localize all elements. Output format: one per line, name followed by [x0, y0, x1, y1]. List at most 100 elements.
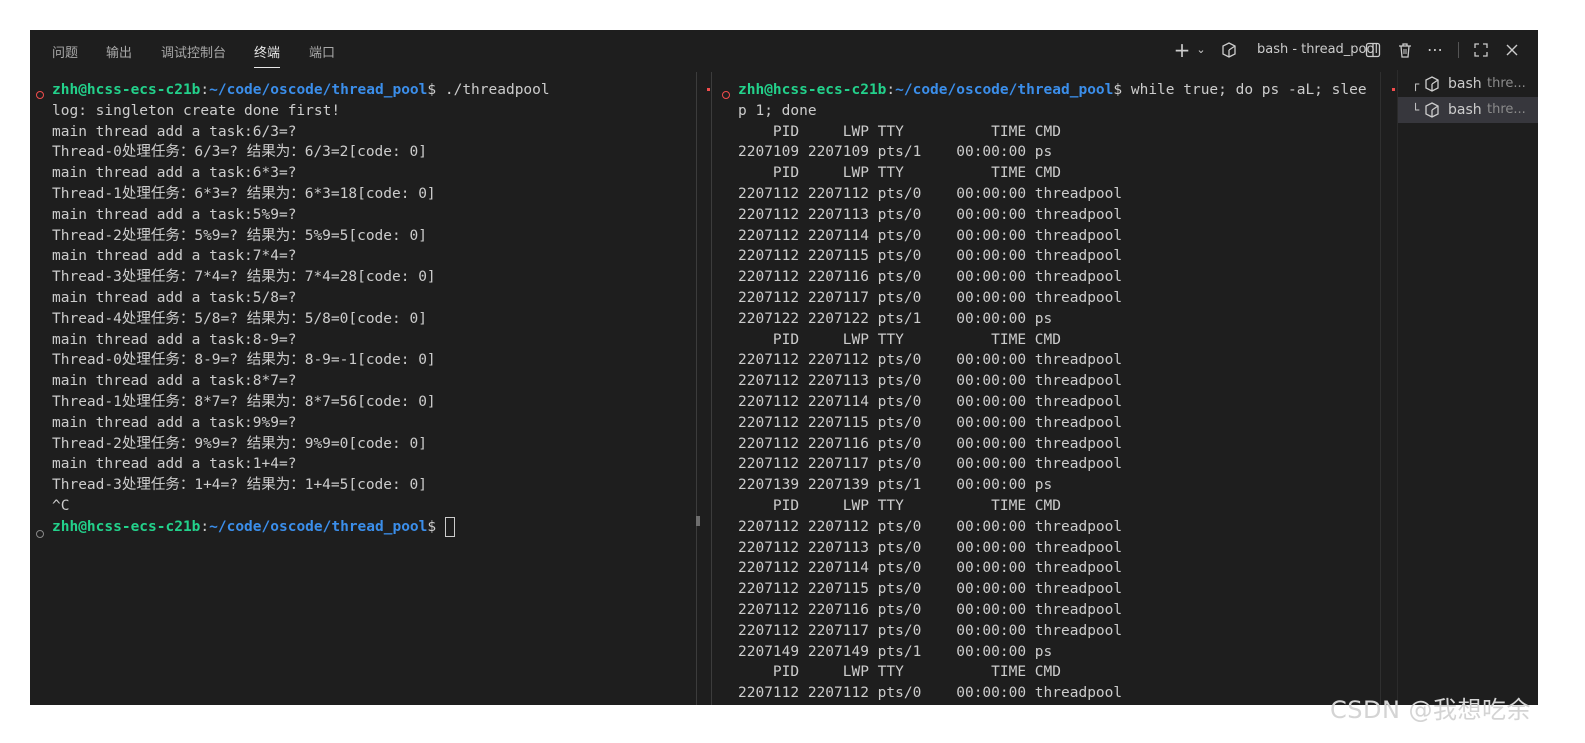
output-line: PID LWP TTY TIME CMD: [738, 331, 1062, 348]
terminal-list-detail: thre...: [1487, 76, 1526, 91]
prompt-line: zhh@hcss-ecs-c21b:~/code/oscode/thread_p…: [738, 82, 1367, 98]
tab-debug-console[interactable]: 调试控制台: [161, 42, 226, 61]
default-decoration-icon[interactable]: [36, 530, 44, 538]
output-line: main thread add a task:6/3=?: [52, 123, 297, 140]
prompt-suffix: $: [1113, 82, 1123, 98]
output-line: main thread add a task:5/8=?: [52, 289, 297, 306]
output-line: 2207112 2207114 pts/0 00:00:00 threadpoo…: [738, 560, 1123, 577]
pane-divider: [711, 72, 712, 705]
output-line: 2207109 2207109 pts/1 00:00:00 ps: [738, 144, 1053, 161]
scrollbar[interactable]: [1380, 72, 1381, 705]
more-icon[interactable]: ⋯: [1424, 39, 1446, 61]
output-line: 2207112 2207113 pts/0 00:00:00 threadpoo…: [738, 206, 1123, 223]
command-wrap-text: p 1; done: [738, 102, 817, 119]
split-icon[interactable]: [1362, 39, 1384, 61]
error-decoration-icon[interactable]: [722, 91, 730, 99]
output-line: 2207149 2207149 pts/1 00:00:00 ps: [738, 643, 1053, 660]
pane-divider[interactable]: [696, 72, 697, 705]
trash-icon[interactable]: [1394, 39, 1416, 61]
terminal-output: log: singleton create done first! main th…: [52, 101, 692, 517]
prompt-suffix: $: [427, 518, 437, 535]
output-line: 2207122 2207122 pts/1 00:00:00 ps: [738, 310, 1053, 327]
output-line: 2207112 2207113 pts/0 00:00:00 threadpoo…: [738, 539, 1123, 556]
panel-tab-bar: 问题 输出 调试控制台 终端 端口 + ⌄ bash - thread_pool…: [30, 30, 1538, 70]
terminal-list-item[interactable]: └ bash thre...: [1398, 97, 1538, 123]
output-line: 2207112 2207112 pts/0 00:00:00 threadpoo…: [738, 352, 1123, 369]
output-line: main thread add a task:5%9=?: [52, 206, 297, 223]
output-line: 2207139 2207139 pts/1 00:00:00 ps: [738, 477, 1053, 494]
output-line: PID LWP TTY TIME CMD: [738, 123, 1062, 140]
prompt-user: zhh@hcss-ecs-c21b: [52, 518, 201, 535]
prompt-user: zhh@hcss-ecs-c21b: [52, 82, 201, 98]
output-line: Thread-2处理任务：5%9=? 结果为：5%9=5[code: 0]: [52, 227, 427, 244]
output-line: main thread add a task:9%9=?: [52, 414, 297, 431]
output-line: 2207112 2207116 pts/0 00:00:00 threadpoo…: [738, 601, 1123, 618]
cursor: [444, 516, 455, 537]
output-line: main thread add a task:1+4=?: [52, 456, 297, 473]
watermark: CSDN @我想吃余: [1330, 696, 1532, 724]
chevron-down-icon[interactable]: ⌄: [1190, 39, 1212, 61]
output-line: 2207112 2207112 pts/0 00:00:00 threadpoo…: [738, 185, 1123, 202]
output-line: 2207112 2207117 pts/0 00:00:00 threadpoo…: [738, 289, 1123, 306]
tree-prefix: └: [1412, 103, 1420, 117]
output-line: Thread-3处理任务：1+4=? 结果为：1+4=5[code: 0]: [52, 477, 427, 494]
tree-prefix: ┌: [1412, 77, 1420, 91]
prompt-path: ~/code/oscode/thread_pool: [895, 82, 1114, 98]
error-decoration-icon[interactable]: [36, 91, 44, 99]
tab-output[interactable]: 输出: [106, 42, 132, 61]
output-line: 2207112 2207112 pts/0 00:00:00 threadpoo…: [738, 685, 1123, 702]
terminal-list-name: bash: [1448, 76, 1482, 92]
maximize-icon[interactable]: [1470, 39, 1492, 61]
prompt-path: ~/code/oscode/thread_pool: [209, 82, 428, 98]
prompt-user: zhh@hcss-ecs-c21b: [738, 82, 887, 98]
terminal-list-name: bash: [1448, 102, 1482, 118]
tab-ports[interactable]: 端口: [309, 42, 335, 61]
output-line: 2207112 2207116 pts/0 00:00:00 threadpoo…: [738, 269, 1123, 286]
output-line: main thread add a task:7*4=?: [52, 248, 297, 265]
terminal-list-item[interactable]: ┌ bash thre...: [1398, 71, 1538, 97]
output-line: 2207112 2207114 pts/0 00:00:00 threadpoo…: [738, 393, 1123, 410]
tab-problems[interactable]: 问题: [52, 42, 78, 61]
output-line: main thread add a task:8*7=?: [52, 373, 297, 390]
output-line: 2207112 2207117 pts/0 00:00:00 threadpoo…: [738, 622, 1123, 639]
terminal-icon: [1218, 39, 1240, 61]
output-line: Thread-1处理任务：8*7=? 结果为：8*7=56[code: 0]: [52, 393, 436, 410]
terminal-tabs-list: ┌ bash thre... └ bash thre...: [1397, 70, 1538, 705]
output-line: 2207112 2207114 pts/0 00:00:00 threadpoo…: [738, 227, 1123, 244]
overview-marker: [1392, 88, 1395, 91]
command-text: while true; do ps -aL; slee: [1122, 82, 1367, 98]
output-line: Thread-4处理任务：5/8=? 结果为：5/8=0[code: 0]: [52, 310, 427, 327]
output-line: main thread add a task:8-9=?: [52, 331, 297, 348]
output-line: log: singleton create done first!: [52, 102, 341, 119]
output-line: 2207112 2207112 pts/0 00:00:00 threadpoo…: [738, 518, 1123, 535]
output-line: main thread add a task:6*3=?: [52, 165, 297, 182]
output-line: Thread-3处理任务：7*4=? 结果为：7*4=28[code: 0]: [52, 269, 436, 286]
terminal-left[interactable]: zhh@hcss-ecs-c21b:~/code/oscode/thread_p…: [52, 80, 692, 538]
terminal-icon: [1425, 102, 1439, 118]
terminal-list-detail: thre...: [1487, 102, 1526, 117]
output-line: Thread-0处理任务：8-9=? 结果为：8-9=-1[code: 0]: [52, 352, 436, 369]
overview-marker: [707, 88, 710, 91]
output-line: Thread-2处理任务：9%9=? 结果为：9%9=0[code: 0]: [52, 435, 427, 452]
output-line: Thread-1处理任务：6*3=? 结果为：6*3=18[code: 0]: [52, 185, 436, 202]
output-line: 2207112 2207115 pts/0 00:00:00 threadpoo…: [738, 414, 1123, 431]
active-terminal-name[interactable]: bash - thread_pool: [1257, 42, 1378, 57]
prompt-suffix: $: [427, 82, 437, 98]
output-line: 2207112 2207115 pts/0 00:00:00 threadpoo…: [738, 581, 1123, 598]
terminal-output: PID LWP TTY TIME CMD 2207109 2207109 pts/…: [738, 122, 1378, 704]
output-line: 2207112 2207116 pts/0 00:00:00 threadpoo…: [738, 435, 1123, 452]
output-line: PID LWP TTY TIME CMD: [738, 165, 1062, 182]
terminal-right[interactable]: zhh@hcss-ecs-c21b:~/code/oscode/thread_p…: [738, 80, 1378, 704]
tab-terminal[interactable]: 终端: [254, 42, 281, 68]
output-line: 2207112 2207117 pts/0 00:00:00 threadpoo…: [738, 456, 1123, 473]
output-line: Thread-0处理任务：6/3=? 结果为：6/3=2[code: 0]: [52, 144, 427, 161]
terminal-panel: 问题 输出 调试控制台 终端 端口 + ⌄ bash - thread_pool…: [30, 30, 1538, 705]
close-icon[interactable]: [1501, 39, 1523, 61]
scrollbar-thumb[interactable]: [696, 516, 700, 526]
prompt-line: zhh@hcss-ecs-c21b:~/code/oscode/thread_p…: [52, 82, 550, 98]
prompt-path: ~/code/oscode/thread_pool: [209, 518, 428, 535]
output-line: 2207112 2207113 pts/0 00:00:00 threadpoo…: [738, 373, 1123, 390]
output-line: 2207112 2207115 pts/0 00:00:00 threadpoo…: [738, 248, 1123, 265]
toolbar-separator: [1458, 42, 1459, 58]
output-line: PID LWP TTY TIME CMD: [738, 497, 1062, 514]
